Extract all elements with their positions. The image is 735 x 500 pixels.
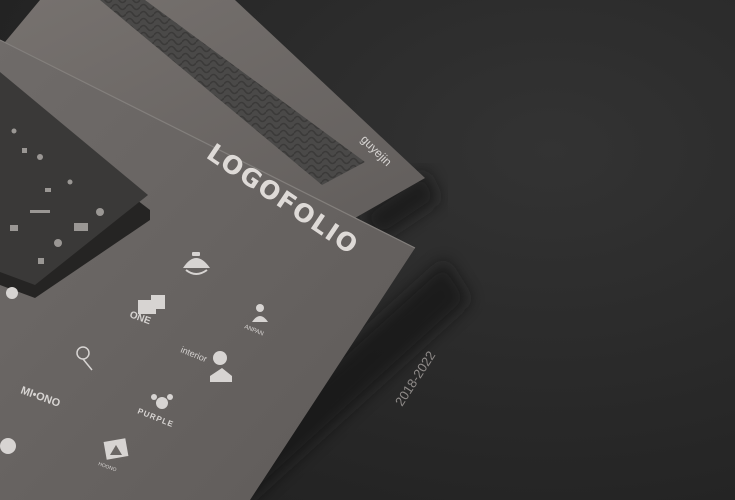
photo-scene: LOGOFOLIO guyejin 2018-2022 ONE ANPAN in… [0,0,735,500]
scene-illustration: LOGOFOLIO guyejin 2018-2022 ONE ANPAN in… [0,0,735,500]
logo-hoono-icon [103,438,129,460]
